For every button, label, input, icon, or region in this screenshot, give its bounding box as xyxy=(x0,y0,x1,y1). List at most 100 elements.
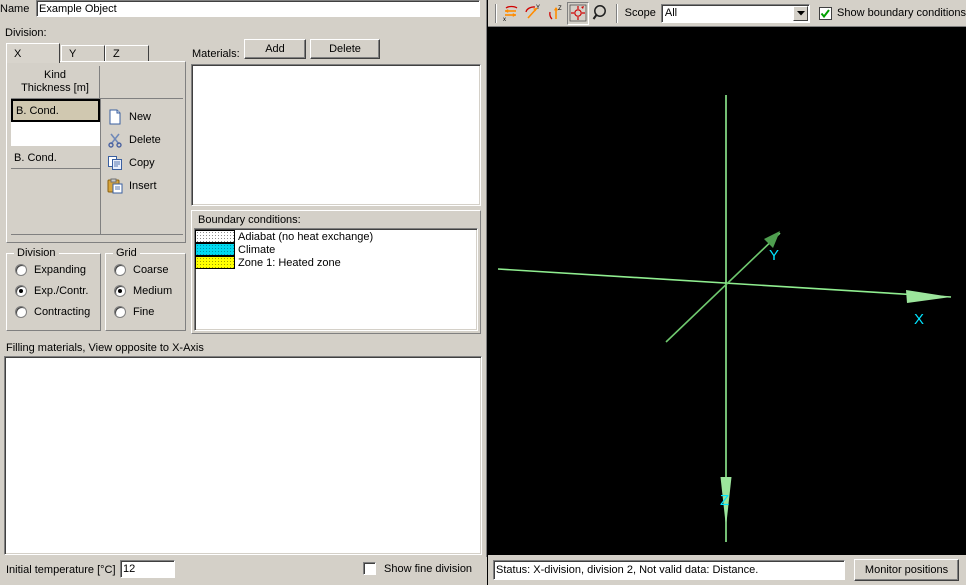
action-copy[interactable]: Copy xyxy=(107,153,155,173)
fill-status-text: Filling materials, View opposite to X-Ax… xyxy=(6,342,204,354)
svg-text:Y: Y xyxy=(536,5,540,11)
radio-coarse[interactable]: Coarse xyxy=(114,264,168,276)
status-bar: Status: X-division, division 2, Not vali… xyxy=(488,556,966,585)
show-boundary-conditions-box xyxy=(819,6,833,20)
radio-contracting[interactable]: Contracting xyxy=(15,306,90,318)
scope-label: Scope xyxy=(624,7,656,19)
rotate-y-icon[interactable]: Y xyxy=(522,2,544,25)
y-axis-line xyxy=(665,232,781,343)
rotate-z-icon[interactable]: Z xyxy=(545,2,567,25)
action-delete-label: Delete xyxy=(129,134,161,146)
division-mode-group: Division Expanding Exp./Contr. Contracti… xyxy=(6,247,101,331)
z-axis-label: Z xyxy=(720,492,729,509)
toolbar-separator-right xyxy=(615,3,617,23)
radio-medium[interactable]: Medium xyxy=(114,285,172,297)
grid-group-legend: Grid xyxy=(113,247,140,259)
division-grid-panel: Kind Thickness [m] B. Cond. B. Cond. New… xyxy=(6,61,186,243)
radio-exp-contr-label: Exp./Contr. xyxy=(34,285,89,297)
bc-item-climate[interactable]: Climate xyxy=(195,243,477,256)
tab-y[interactable]: Y xyxy=(61,45,105,62)
radio-exp-contr[interactable]: Exp./Contr. xyxy=(15,285,88,297)
grid-header-thickness: Thickness [m] xyxy=(21,82,89,94)
boundary-conditions-group: Boundary conditions: Adiabat (no heat ex… xyxy=(191,210,481,334)
3d-viewport[interactable]: X Y Z xyxy=(488,27,966,555)
name-input[interactable]: Example Object xyxy=(36,0,480,17)
scope-combobox[interactable]: All xyxy=(660,3,811,23)
new-page-icon xyxy=(107,109,123,125)
division-grid-header-spacer xyxy=(100,66,183,99)
radio-fine[interactable]: Fine xyxy=(114,306,154,318)
materials-label: Materials: xyxy=(192,48,240,60)
rotate-x-icon[interactable]: x xyxy=(500,2,522,25)
application-window: Name Example Object Division: X Y Z Kind… xyxy=(0,0,966,585)
paste-icon xyxy=(107,178,123,194)
bc-item-zone1[interactable]: Zone 1: Heated zone xyxy=(195,256,477,269)
axes-gizmo: X Y Z xyxy=(497,95,952,542)
svg-text:Z: Z xyxy=(558,6,562,12)
status-text: Status: X-division, division 2, Not vali… xyxy=(496,564,759,576)
grid-density-group: Grid Coarse Medium Fine xyxy=(105,247,186,331)
grid-row-1-kind[interactable] xyxy=(11,122,100,147)
grid-bottom-rule xyxy=(11,234,183,235)
division-group-legend: Division xyxy=(14,247,59,259)
initial-temperature-input[interactable]: 12 xyxy=(120,560,175,578)
tab-z[interactable]: Z xyxy=(105,45,149,62)
boundary-conditions-title: Boundary conditions: xyxy=(198,214,301,226)
initial-temperature-value: 12 xyxy=(123,563,136,575)
action-new-label: New xyxy=(129,111,152,123)
scope-value: All xyxy=(664,7,678,19)
scissors-icon xyxy=(107,132,123,148)
action-new[interactable]: New xyxy=(107,107,151,127)
bc-label-adiabat: Adiabat (no heat exchange) xyxy=(238,230,374,243)
toolbar-separator-left xyxy=(495,3,496,23)
action-insert[interactable]: Insert xyxy=(107,176,157,196)
radio-exp-contr-dot xyxy=(15,285,27,297)
action-delete[interactable]: Delete xyxy=(107,130,161,150)
bc-swatch-zone1 xyxy=(195,256,235,269)
monitor-positions-button[interactable]: Monitor positions xyxy=(854,559,959,581)
bc-label-climate: Climate xyxy=(238,243,276,256)
delete-material-button[interactable]: Delete xyxy=(310,39,380,59)
division-grid-header: Kind Thickness [m] xyxy=(11,66,100,99)
name-input-value: Example Object xyxy=(39,2,117,15)
grid-row-2-label: B. Cond. xyxy=(14,151,57,164)
svg-text:x: x xyxy=(503,17,506,23)
radio-contracting-label: Contracting xyxy=(34,306,91,318)
center-target-icon[interactable] xyxy=(566,1,590,25)
grid-row-0-kind[interactable]: B. Cond. xyxy=(11,99,100,122)
tab-y-label: Y xyxy=(69,48,77,60)
grid-row-2-kind[interactable]: B. Cond. xyxy=(11,147,100,169)
radio-medium-label: Medium xyxy=(133,285,173,297)
add-material-button[interactable]: Add xyxy=(244,39,306,59)
bc-item-adiabat[interactable]: Adiabat (no heat exchange) xyxy=(195,230,477,243)
chevron-down-icon[interactable] xyxy=(793,5,809,21)
radio-expanding-label: Expanding xyxy=(34,264,86,276)
left-bottom-bar: Initial temperature [°C] 12 Show fine di… xyxy=(0,557,487,585)
tab-x[interactable]: X xyxy=(6,43,60,63)
radio-medium-dot xyxy=(114,285,126,297)
show-boundary-conditions-label: Show boundary conditions xyxy=(837,7,966,19)
axis-tabstrip: X Y Z xyxy=(6,43,186,63)
preview-canvas[interactable] xyxy=(4,356,482,555)
action-insert-label: Insert xyxy=(129,180,157,192)
grid-column-separator xyxy=(100,99,101,234)
boundary-conditions-list[interactable]: Adiabat (no heat exchange) Climate Zone … xyxy=(194,228,478,331)
left-properties-pane: Name Example Object Division: X Y Z Kind… xyxy=(0,0,487,585)
show-fine-division-checkbox[interactable]: Show fine division xyxy=(363,562,472,575)
x-axis-label: X xyxy=(914,311,924,328)
status-text-field: Status: X-division, division 2, Not vali… xyxy=(493,560,845,580)
radio-fine-dot xyxy=(114,306,126,318)
radio-expanding[interactable]: Expanding xyxy=(15,264,86,276)
tab-x-label: X xyxy=(14,47,22,60)
right-viewer-pane: x Y Z Scope All Show boundary conditions… xyxy=(488,0,966,585)
radio-contracting-dot xyxy=(15,306,27,318)
zoom-magnifier-icon[interactable] xyxy=(589,2,611,25)
radio-expanding-dot xyxy=(15,264,27,276)
materials-list[interactable] xyxy=(191,64,481,206)
x-axis-arrow xyxy=(906,290,951,303)
bc-swatch-adiabat xyxy=(195,230,235,243)
tab-z-label: Z xyxy=(113,48,120,60)
show-boundary-conditions-checkbox[interactable]: Show boundary conditions xyxy=(819,6,966,20)
radio-coarse-label: Coarse xyxy=(133,264,169,276)
x-axis-line xyxy=(497,268,952,298)
